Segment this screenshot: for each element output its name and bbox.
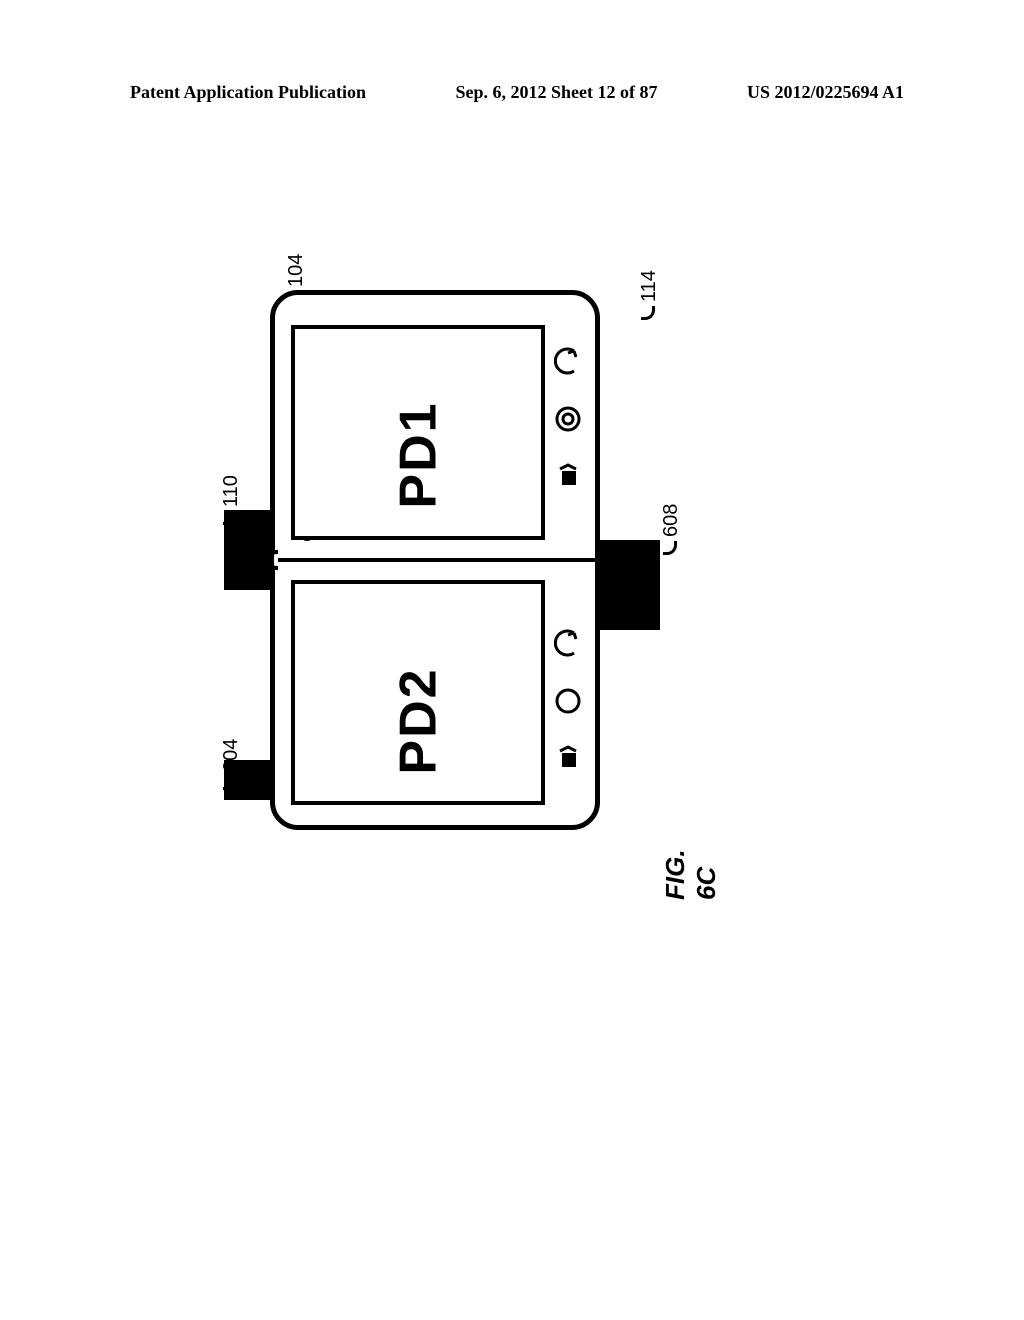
back-arrow-icon	[554, 629, 582, 657]
figure-6c: 104 108 114 110 604 608 PD1	[230, 260, 650, 880]
menu-chevron-icon	[554, 463, 582, 491]
home-circle-icon	[554, 687, 582, 715]
pd1-label: PD1	[389, 401, 449, 508]
header-left: Patent Application Publication	[130, 82, 366, 103]
nav-buttons-primary	[551, 347, 585, 491]
hinge-line	[275, 558, 595, 562]
page-header: Patent Application Publication Sep. 6, 2…	[0, 82, 1024, 103]
back-arrow-icon	[554, 347, 582, 375]
header-right: US 2012/0225694 A1	[747, 82, 904, 103]
nav-buttons-secondary	[551, 629, 585, 773]
hinge-notch	[270, 550, 278, 570]
menu-chevron-icon	[554, 745, 582, 773]
ref-114: 114	[638, 270, 661, 320]
header-center: Sep. 6, 2012 Sheet 12 of 87	[456, 82, 658, 103]
dual-screen-device: PD1 PD2	[270, 290, 600, 830]
pd2-label: PD2	[389, 667, 449, 774]
home-double-circle-icon	[554, 405, 582, 433]
figure-caption: FIG. 6C	[660, 849, 722, 900]
ref-608: 608	[660, 504, 683, 555]
